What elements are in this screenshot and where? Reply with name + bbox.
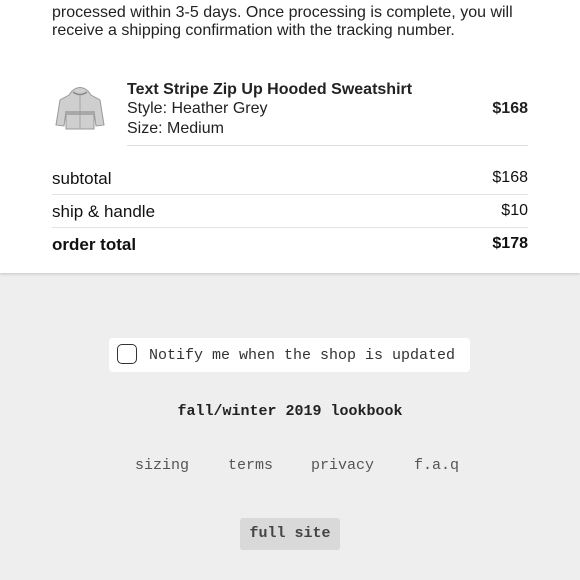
shipping-value: $10 (501, 202, 528, 219)
terms-link[interactable]: terms (228, 457, 273, 474)
faq-link[interactable]: f.a.q (414, 457, 459, 474)
shipping-label: ship & handle (52, 202, 156, 221)
subtotal-label: subtotal (52, 169, 112, 188)
sizing-link[interactable]: sizing (135, 457, 189, 474)
item-divider (127, 145, 528, 146)
item-price: $168 (492, 100, 528, 117)
lookbook-link[interactable]: fall/winter 2019 lookbook (0, 403, 580, 420)
order-item: Text Stripe Zip Up Hooded Sweatshirt Sty… (52, 75, 528, 145)
notify-checkbox[interactable] (117, 344, 137, 364)
notify-label[interactable]: Notify me when the shop is updated (149, 347, 455, 364)
notify-toggle[interactable]: Notify me when the shop is updated (109, 338, 470, 372)
order-totals: subtotal $168 ship & handle $10 order to… (52, 162, 528, 260)
footer-links: sizing terms privacy f.a.q (0, 457, 580, 477)
subtotal-row: subtotal $168 (52, 162, 528, 195)
item-style: Style: Heather Grey (127, 100, 268, 117)
order-total-value: $178 (492, 235, 528, 252)
order-summary-card: Your order has been submitted on Oct 24 … (0, 0, 580, 273)
shipping-row: ship & handle $10 (52, 195, 528, 228)
order-total-row: order total $178 (52, 228, 528, 260)
privacy-link[interactable]: privacy (311, 457, 374, 474)
full-site-button[interactable]: full site (240, 518, 340, 550)
subtotal-value: $168 (492, 169, 528, 186)
sweatshirt-thumbnail (55, 87, 105, 130)
item-name[interactable]: Text Stripe Zip Up Hooded Sweatshirt (127, 81, 412, 99)
order-total-label: order total (52, 235, 137, 254)
confirmation-message: Your order has been submitted on Oct 24 … (52, 0, 513, 39)
item-size: Size: Medium (127, 120, 224, 137)
